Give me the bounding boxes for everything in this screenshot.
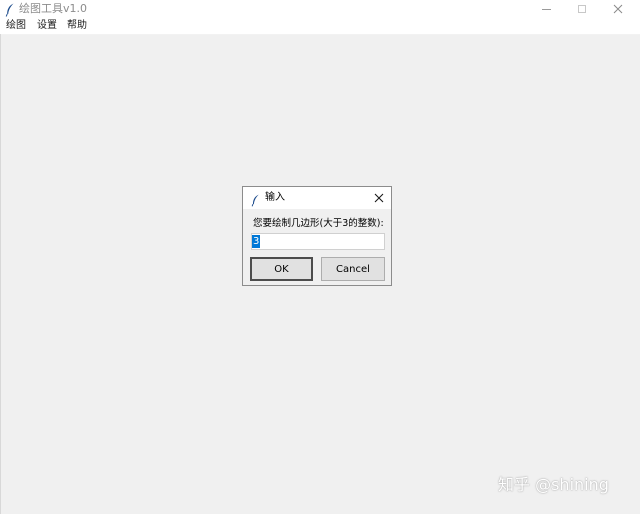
watermark: 知乎 @shining [498, 475, 609, 494]
menu-bar: 绘图 设置 帮助 [0, 18, 640, 35]
dialog-title: 输入 [265, 192, 285, 203]
ok-button[interactable]: OK [250, 257, 313, 281]
close-icon [613, 4, 623, 14]
title-bar[interactable]: 绘图工具v1.0 [0, 0, 640, 18]
close-icon [374, 193, 384, 203]
application-window: 绘图工具v1.0 绘图 设置 帮助 输入 您要绘制几边形(大于3的整数): 3 … [0, 0, 640, 514]
dialog-title-bar[interactable]: 输入 [243, 187, 391, 209]
maximize-button[interactable] [564, 0, 600, 18]
maximize-icon [578, 5, 586, 13]
sides-input[interactable] [251, 233, 385, 250]
menu-settings[interactable]: 设置 [37, 20, 57, 32]
dialog-prompt: 您要绘制几边形(大于3的整数): [253, 218, 384, 229]
cancel-button[interactable]: Cancel [321, 257, 385, 281]
window-border [0, 34, 1, 514]
input-dialog: 输入 您要绘制几边形(大于3的整数): 3 OK Cancel [242, 186, 392, 286]
window-title: 绘图工具v1.0 [19, 2, 88, 15]
feather-icon [251, 192, 260, 207]
minimize-button[interactable] [528, 0, 564, 18]
close-button[interactable] [600, 0, 636, 18]
feather-icon [5, 2, 15, 17]
dialog-close-button[interactable] [371, 190, 387, 206]
entry-selected-text: 3 [252, 235, 261, 248]
menu-draw[interactable]: 绘图 [6, 20, 26, 32]
menu-help[interactable]: 帮助 [67, 20, 87, 32]
minimize-icon [541, 8, 551, 10]
